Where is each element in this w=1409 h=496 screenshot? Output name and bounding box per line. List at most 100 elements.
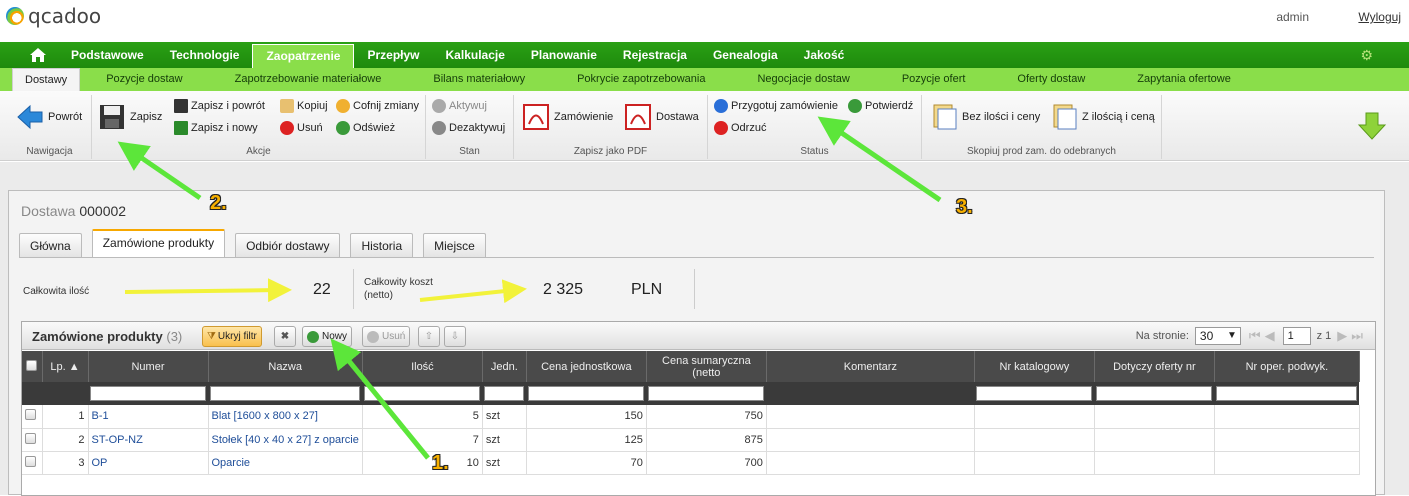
row-checkbox[interactable]	[25, 409, 36, 421]
tab-historia[interactable]: Historia	[350, 233, 414, 257]
col-nr-katalogowy[interactable]: Nr katalogowy	[974, 351, 1095, 382]
annotation-label-3: 3.	[956, 196, 973, 218]
filter-numer-input[interactable]	[90, 386, 206, 401]
nav-planowanie[interactable]: Planowanie	[518, 42, 610, 68]
table-row[interactable]: 1 B-1 Blat [1600 x 800 x 27] 5 szt 150 7…	[22, 405, 1360, 429]
qcadoo-logo[interactable]: qcadoo	[6, 4, 101, 28]
prepare-order-button[interactable]: Przygotuj zamówienie	[714, 99, 838, 113]
tab-glowna[interactable]: Główna	[19, 233, 82, 257]
subnav-zapytania[interactable]: Zapytania ofertowe	[1111, 68, 1257, 91]
filter-ilosc-input[interactable]	[364, 386, 481, 401]
row-checkbox[interactable]	[25, 455, 36, 467]
subnav-dostawy[interactable]: Dostawy	[12, 68, 81, 91]
grid-delete-button[interactable]: Usuń	[362, 326, 411, 347]
select-all-checkbox[interactable]	[26, 359, 38, 371]
gear-icon[interactable]: ⚙	[1360, 47, 1373, 64]
col-lp[interactable]: Lp. ▲	[42, 351, 89, 382]
download-arrow-icon[interactable]	[1357, 111, 1387, 141]
nav-technologie[interactable]: Technologie	[157, 42, 253, 68]
col-komentarz[interactable]: Komentarz	[766, 351, 975, 382]
col-ilosc[interactable]: Ilość	[362, 351, 483, 382]
undo-button[interactable]: Cofnij zmiany	[336, 99, 419, 113]
per-page-select[interactable]: 30 ▼	[1194, 327, 1241, 345]
reject-icon	[714, 121, 728, 135]
next-page-icon[interactable]: ▶	[1337, 328, 1347, 344]
filter-cena-jedn-input[interactable]	[528, 386, 645, 401]
activate-button[interactable]: Aktywuj	[432, 99, 487, 113]
back-button[interactable]: Powrót	[16, 103, 82, 131]
nav-przeplyw[interactable]: Przepływ	[354, 42, 432, 68]
cell-nazwa[interactable]: Oparcie	[208, 451, 363, 475]
subnav-pozycje-dostaw[interactable]: Pozycje dostaw	[80, 68, 208, 91]
nav-jakosc[interactable]: Jakość	[791, 42, 858, 68]
copy-with-qty-button[interactable]: Z ilością i ceną	[1050, 103, 1155, 131]
cell-numer[interactable]: B-1	[88, 405, 209, 429]
total-cost-label: Całkowity koszt	[364, 277, 433, 288]
save-back-button[interactable]: Zapisz i powrót	[174, 99, 265, 113]
table-row[interactable]: 3 OP Oparcie 10 szt 70 700	[22, 451, 1360, 475]
filter-nr-katalogowy-input[interactable]	[976, 386, 1093, 401]
deactivate-button[interactable]: Dezaktywuj	[432, 121, 505, 135]
nav-rejestracja[interactable]: Rejestracja	[610, 42, 700, 68]
filter-nazwa-input[interactable]	[210, 386, 361, 401]
table-row[interactable]: 2 ST-OP-NZ Stołek [40 x 40 x 27] z oparc…	[22, 428, 1360, 452]
last-page-icon[interactable]: ⏭	[1351, 328, 1363, 344]
nav-podstawowe[interactable]: Podstawowe	[58, 42, 157, 68]
copy-no-qty-button[interactable]: Bez ilości i ceny	[930, 103, 1040, 131]
nav-zaopatrzenie[interactable]: Zaopatrzenie	[252, 44, 355, 68]
cell-nazwa[interactable]: Blat [1600 x 800 x 27]	[208, 405, 363, 429]
logout-link[interactable]: Wyloguj	[1358, 10, 1401, 24]
move-up-button[interactable]: ⇧	[418, 326, 440, 347]
clear-filter-button[interactable]: ✖	[274, 326, 296, 347]
annotation-label-2: 2.	[210, 192, 227, 214]
nav-genealogia[interactable]: Genealogia	[700, 42, 791, 68]
filter-jedn-input[interactable]	[484, 386, 525, 401]
col-oferta[interactable]: Dotyczy oferty nr	[1094, 351, 1215, 382]
col-nr-oper[interactable]: Nr oper. podwyk.	[1214, 351, 1360, 382]
col-nazwa[interactable]: Nazwa	[208, 351, 363, 382]
delete-button[interactable]: Usuń	[280, 121, 323, 135]
new-button[interactable]: Nowy	[302, 326, 353, 347]
filter-oferta-input[interactable]	[1096, 386, 1213, 401]
pdf-delivery-button[interactable]: Dostawa	[624, 103, 699, 131]
first-page-icon[interactable]: ⏮	[1249, 328, 1261, 344]
save-new-button[interactable]: Zapisz i nowy	[174, 121, 258, 135]
save-button[interactable]: Zapisz	[98, 103, 162, 131]
filter-nr-oper-input[interactable]	[1216, 386, 1358, 401]
hide-filter-button[interactable]: ⧩ Ukryj filtr	[202, 326, 262, 347]
cell-numer[interactable]: OP	[88, 451, 209, 475]
page-input[interactable]: 1	[1282, 327, 1311, 345]
copy-button[interactable]: Kopiuj	[280, 99, 328, 113]
ribbon-toolbar: Powrót Nawigacja Zapisz Zapisz i powrót …	[0, 91, 1409, 161]
subnav-pokrycie[interactable]: Pokrycie zapotrzebowania	[551, 68, 731, 91]
reject-button[interactable]: Odrzuć	[714, 121, 766, 135]
confirm-button[interactable]: Potwierdź	[848, 99, 913, 113]
nav-kalkulacje[interactable]: Kalkulacje	[433, 42, 518, 68]
col-numer[interactable]: Numer	[88, 351, 209, 382]
col-cena-jedn[interactable]: Cena jednostkowa	[526, 351, 647, 382]
prev-page-icon[interactable]: ◀	[1265, 328, 1275, 344]
subnav-bilans[interactable]: Bilans materiałowy	[407, 68, 551, 91]
tab-odbior-dostawy[interactable]: Odbiór dostawy	[235, 233, 341, 257]
tab-miejsce[interactable]: Miejsce	[423, 233, 486, 257]
home-icon[interactable]	[18, 42, 58, 68]
refresh-button[interactable]: Odśwież	[336, 121, 395, 135]
tab-zamowione-produkty[interactable]: Zamówione produkty	[91, 229, 226, 257]
col-cena-sum[interactable]: Cena sumaryczna (netto	[646, 351, 767, 382]
select-all-header[interactable]	[22, 351, 43, 382]
filter-cena-sum-input[interactable]	[648, 386, 765, 401]
cell-numer[interactable]: ST-OP-NZ	[88, 428, 209, 452]
grid-header: Zamówione produkty (3) ⧩ Ukryj filtr ✖ No…	[22, 322, 1375, 350]
filter-cell	[22, 382, 42, 405]
move-down-button[interactable]: ⇩	[444, 326, 466, 347]
cell-nazwa[interactable]: Stołek [40 x 40 x 27] z oparcie	[208, 428, 363, 452]
row-checkbox[interactable]	[25, 432, 36, 444]
subnav-negocjacje[interactable]: Negocjacje dostaw	[731, 68, 875, 91]
subnav-pozycje-ofert[interactable]: Pozycje ofert	[876, 68, 992, 91]
pager: Na stronie: 30 ▼ ⏮ ◀ 1 z 1 ▶ ⏭	[1136, 327, 1365, 345]
subnav-oferty[interactable]: Oferty dostaw	[991, 68, 1111, 91]
grid-delete-label: Usuń	[382, 331, 406, 342]
subnav-zapotrzebowanie[interactable]: Zapotrzebowanie materiałowe	[209, 68, 408, 91]
col-jedn[interactable]: Jedn.	[482, 351, 527, 382]
pdf-order-button[interactable]: Zamówienie	[522, 103, 613, 131]
